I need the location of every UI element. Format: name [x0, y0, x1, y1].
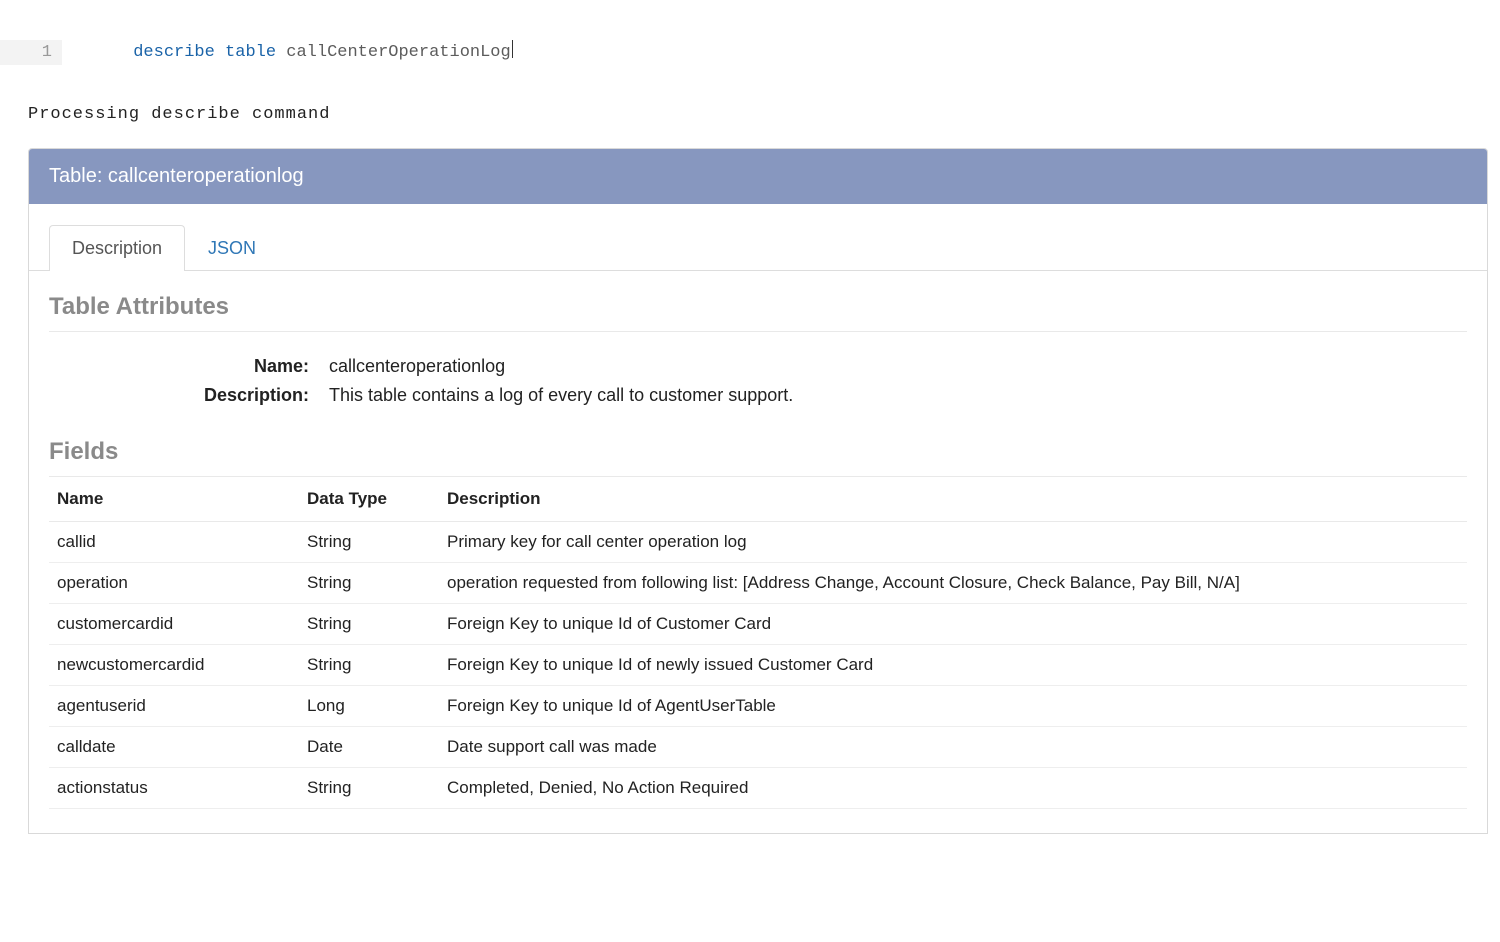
text-cursor — [512, 40, 513, 58]
code-text[interactable]: describe table callCenterOperationLog — [62, 14, 513, 91]
panel-title: Table: callcenteroperationlog — [29, 149, 1487, 204]
panel-body: Description JSON Table Attributes Name: … — [29, 204, 1487, 833]
field-type: String — [299, 562, 439, 603]
table-row: newcustomercardidStringForeign Key to un… — [49, 644, 1467, 685]
table-row: customercardidStringForeign Key to uniqu… — [49, 603, 1467, 644]
fields-table: Name Data Type Description callidStringP… — [49, 476, 1467, 809]
table-row: callidStringPrimary key for call center … — [49, 521, 1467, 562]
field-name: callid — [49, 521, 299, 562]
attributes-heading: Table Attributes — [49, 293, 1467, 321]
table-row: actionstatusStringCompleted, Denied, No … — [49, 767, 1467, 808]
code-keyword-table: table — [225, 43, 276, 62]
field-type: String — [299, 521, 439, 562]
attr-description-label: Description: — [49, 385, 309, 406]
field-description: operation requested from following list:… — [439, 562, 1467, 603]
field-description: Foreign Key to unique Id of newly issued… — [439, 644, 1467, 685]
attribute-list: Name: callcenteroperationlog Description… — [49, 356, 1467, 416]
field-name: calldate — [49, 726, 299, 767]
col-header-name: Name — [49, 476, 299, 521]
attr-description-value: This table contains a log of every call … — [329, 385, 1467, 406]
field-name: agentuserid — [49, 685, 299, 726]
tab-json[interactable]: JSON — [185, 225, 279, 271]
field-type: String — [299, 767, 439, 808]
tab-bar: Description JSON — [29, 204, 1487, 271]
code-line[interactable]: 1 describe table callCenterOperationLog — [0, 14, 1500, 91]
divider — [49, 331, 1467, 332]
field-description: Date support call was made — [439, 726, 1467, 767]
field-type: Long — [299, 685, 439, 726]
field-type: Date — [299, 726, 439, 767]
attr-name-label: Name: — [49, 356, 309, 377]
attributes-section: Table Attributes Name: callcenteroperati… — [29, 293, 1487, 416]
field-description: Primary key for call center operation lo… — [439, 521, 1467, 562]
table-row: operationStringoperation requested from … — [49, 562, 1467, 603]
field-type: String — [299, 603, 439, 644]
col-header-description: Description — [439, 476, 1467, 521]
field-description: Completed, Denied, No Action Required — [439, 767, 1467, 808]
table-header-row: Name Data Type Description — [49, 476, 1467, 521]
code-identifier: callCenterOperationLog — [286, 43, 510, 62]
tab-description[interactable]: Description — [49, 225, 185, 271]
fields-section: Fields Name Data Type Description callid… — [29, 438, 1487, 809]
code-editor[interactable]: 1 describe table callCenterOperationLog — [0, 0, 1500, 97]
fields-heading: Fields — [49, 438, 1467, 466]
attr-name-value: callcenteroperationlog — [329, 356, 1467, 377]
field-name: actionstatus — [49, 767, 299, 808]
line-number-gutter: 1 — [0, 40, 62, 66]
col-header-type: Data Type — [299, 476, 439, 521]
field-name: operation — [49, 562, 299, 603]
field-name: newcustomercardid — [49, 644, 299, 685]
table-row: calldateDateDate support call was made — [49, 726, 1467, 767]
code-keyword-describe: describe — [133, 43, 215, 62]
field-name: customercardid — [49, 603, 299, 644]
field-type: String — [299, 644, 439, 685]
status-message: Processing describe command — [0, 97, 1500, 142]
field-description: Foreign Key to unique Id of Customer Car… — [439, 603, 1467, 644]
field-description: Foreign Key to unique Id of AgentUserTab… — [439, 685, 1467, 726]
table-row: agentuseridLongForeign Key to unique Id … — [49, 685, 1467, 726]
result-panel: Table: callcenteroperationlog Descriptio… — [28, 148, 1488, 834]
